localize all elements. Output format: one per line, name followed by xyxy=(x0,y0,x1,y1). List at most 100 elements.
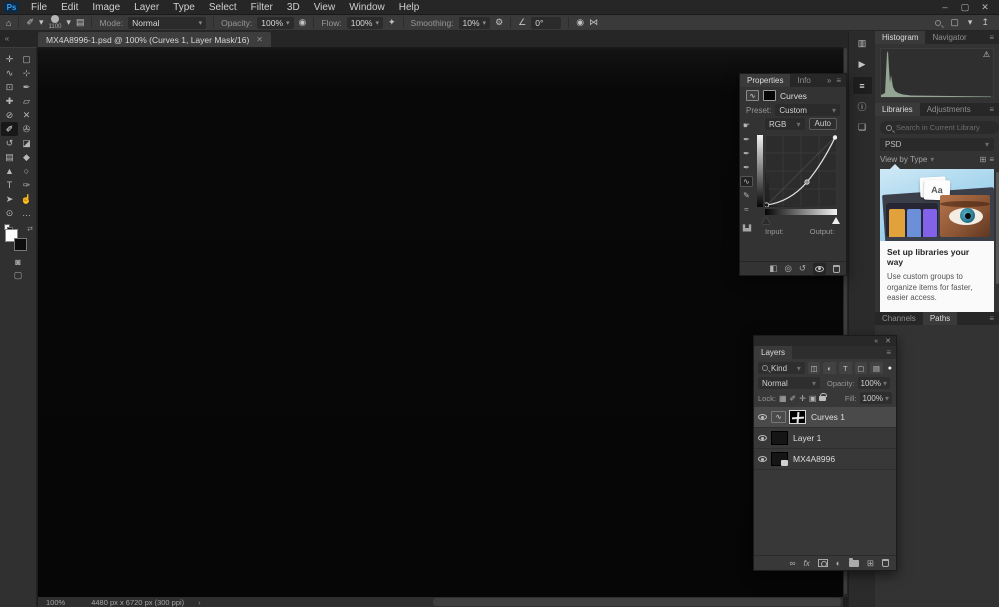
edit-points-icon[interactable]: ∿ xyxy=(740,176,753,187)
panel-menu-icon[interactable]: ≡ xyxy=(989,312,999,325)
eraser-tool[interactable]: ◪ xyxy=(18,136,35,150)
toggle-visibility-icon[interactable] xyxy=(813,263,826,275)
horizontal-scrollbar[interactable] xyxy=(433,598,841,606)
tab-layers[interactable]: Layers xyxy=(754,346,792,359)
menu-select[interactable]: Select xyxy=(202,0,244,15)
lock-artboard-icon[interactable]: ▣ xyxy=(809,394,817,403)
histogram-refresh-warning-icon[interactable]: ⚠ xyxy=(983,50,990,59)
close-document-icon[interactable]: ✕ xyxy=(256,35,263,44)
brush-settings-panel-icon[interactable]: ▥ xyxy=(853,35,872,52)
hand-tool[interactable]: ☝ xyxy=(18,192,35,206)
new-group-icon[interactable] xyxy=(849,560,859,567)
menu-view[interactable]: View xyxy=(307,0,343,15)
gray-point-eyedropper-icon[interactable]: ✒ xyxy=(740,148,753,159)
layer-style-icon[interactable]: fx xyxy=(804,559,810,568)
link-layers-icon[interactable]: ∞ xyxy=(789,558,795,568)
smoothing-select[interactable]: 10%▾ xyxy=(459,17,491,29)
lock-paint-icon[interactable]: ✐ xyxy=(790,394,797,403)
document-canvas[interactable] xyxy=(38,47,843,597)
close-button[interactable]: ✕ xyxy=(977,0,993,15)
curves-graph[interactable] xyxy=(765,135,837,207)
menu-window[interactable]: Window xyxy=(342,0,392,15)
brush-tool-preset-icon[interactable]: ✐ xyxy=(26,17,34,28)
draw-curve-pencil-icon[interactable]: ✎ xyxy=(740,190,753,201)
delete-adjustment-icon[interactable] xyxy=(833,265,840,273)
search-icon[interactable] xyxy=(935,20,941,26)
screen-mode-icon[interactable]: ▢ xyxy=(0,269,36,282)
new-layer-icon[interactable]: ⊞ xyxy=(867,558,874,569)
patch-tool[interactable]: ▱ xyxy=(18,94,35,108)
layer-name[interactable]: Curves 1 xyxy=(811,412,845,422)
edit-toolbar-icon[interactable]: … xyxy=(18,206,35,220)
lock-transparency-icon[interactable]: ▦ xyxy=(779,394,787,403)
brush-angle-input[interactable]: 0° xyxy=(531,17,561,29)
black-point-eyedropper-icon[interactable]: ✒ xyxy=(740,134,753,145)
library-select[interactable]: PSD ▾ xyxy=(880,138,994,151)
menu-3d[interactable]: 3D xyxy=(280,0,307,15)
expand-panel-icon[interactable]: » xyxy=(827,74,836,87)
menu-help[interactable]: Help xyxy=(392,0,427,15)
tab-properties[interactable]: Properties xyxy=(740,74,790,87)
spot-healing-tool[interactable]: ✚ xyxy=(1,94,18,108)
layer-thumbnail[interactable] xyxy=(771,431,788,445)
background-color-swatch[interactable] xyxy=(14,238,27,251)
layer-mask-thumbnail[interactable] xyxy=(789,410,806,424)
delete-layer-icon[interactable] xyxy=(882,559,889,567)
layer-row-background-image[interactable]: MX4A8996 xyxy=(754,449,896,470)
document-tab[interactable]: MX4A8996-1.psd @ 100% (Curves 1, Layer M… xyxy=(38,32,271,47)
collapse-panels-icon[interactable]: « xyxy=(0,31,14,47)
add-layer-mask-icon[interactable] xyxy=(818,559,828,567)
tab-channels[interactable]: Channels xyxy=(875,312,923,325)
history-brush-tool[interactable]: ↺ xyxy=(1,136,18,150)
clone-stamp-tool[interactable]: ✇ xyxy=(18,122,35,136)
tab-navigator[interactable]: Navigator xyxy=(925,31,973,44)
menu-file[interactable]: File xyxy=(24,0,54,15)
brush-settings-panel-icon[interactable]: ▤ xyxy=(76,17,85,28)
lasso-tool[interactable]: ∿ xyxy=(1,66,18,80)
zoom-level[interactable]: 100% xyxy=(46,598,65,607)
close-panel-icon[interactable]: ✕ xyxy=(885,337,891,345)
white-point-eyedropper-icon[interactable]: ✒ xyxy=(740,162,753,173)
home-icon[interactable]: ⌂ xyxy=(6,18,11,28)
eyedropper-tool[interactable]: ✒ xyxy=(18,80,35,94)
brush-size-preview[interactable]: 1100 xyxy=(49,15,62,30)
marquee-tool[interactable]: ▢ xyxy=(18,52,35,66)
minimize-button[interactable]: – xyxy=(937,0,953,15)
targeted-adjustment-icon[interactable]: ☛ xyxy=(740,120,753,131)
status-chevron-icon[interactable]: › xyxy=(198,598,201,607)
path-selection-tool[interactable]: ➤ xyxy=(1,192,18,206)
layer-blend-mode-select[interactable]: Normal ▾ xyxy=(758,377,820,389)
swap-colors-icon[interactable]: ⇄ xyxy=(27,225,33,233)
menu-edit[interactable]: Edit xyxy=(54,0,85,15)
brush-tool[interactable]: ✐ xyxy=(1,122,18,136)
tab-info[interactable]: Info xyxy=(790,74,817,87)
sharpen-tool[interactable]: ▲ xyxy=(1,164,18,178)
layer-thumbnail[interactable] xyxy=(771,452,788,466)
menu-type[interactable]: Type xyxy=(166,0,202,15)
pressure-opacity-icon[interactable]: ◉ xyxy=(299,17,307,28)
library-search-input[interactable] xyxy=(896,123,993,132)
move-tool[interactable]: ✛ xyxy=(1,52,18,66)
smoothing-options-gear-icon[interactable]: ⚙ xyxy=(495,17,503,28)
clone-source-panel-icon[interactable]: ❏ xyxy=(853,119,872,136)
crop-tool[interactable]: ⊡ xyxy=(1,80,18,94)
layer-filter-select[interactable]: Kind ▾ xyxy=(758,362,805,374)
menu-layer[interactable]: Layer xyxy=(127,0,166,15)
layer-mask-thumbnail[interactable] xyxy=(763,90,776,101)
preset-select[interactable]: Custom ▾ xyxy=(775,104,840,116)
view-by-type-dropdown[interactable]: View by Type xyxy=(880,155,927,164)
channel-select[interactable]: RGB ▾ xyxy=(765,118,805,130)
auto-button[interactable]: Auto xyxy=(809,118,837,130)
menu-filter[interactable]: Filter xyxy=(244,0,280,15)
symmetry-icon[interactable]: ⋈ xyxy=(589,17,598,28)
opacity-select[interactable]: 100%▾ xyxy=(257,17,293,29)
smooth-curve-icon[interactable]: ≈ xyxy=(740,204,753,215)
blend-mode-select[interactable]: Normal▾ xyxy=(128,17,206,29)
filter-pixel-layers-icon[interactable]: ◫ xyxy=(808,362,821,374)
lock-position-icon[interactable]: ✛ xyxy=(799,394,806,403)
quick-mask-icon[interactable]: ◙ xyxy=(0,256,36,269)
type-tool[interactable]: T xyxy=(1,178,18,192)
tab-libraries[interactable]: Libraries xyxy=(875,103,920,116)
share-icon[interactable]: ↥ xyxy=(981,17,989,28)
workspace-switcher-icon[interactable]: ▢ xyxy=(950,17,959,28)
